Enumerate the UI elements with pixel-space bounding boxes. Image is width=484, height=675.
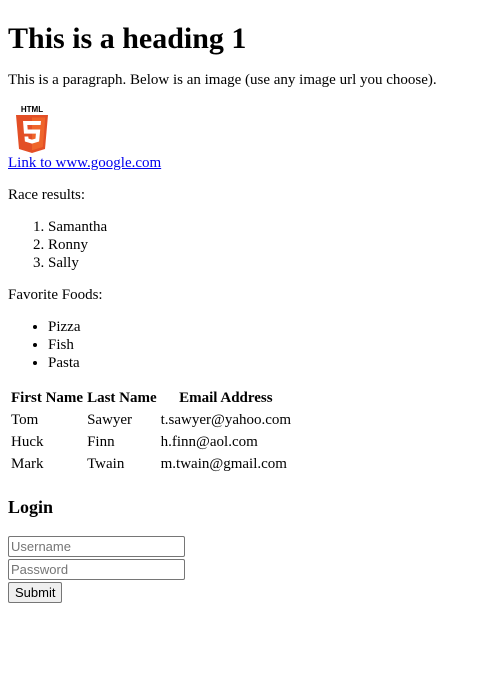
page: This is a heading 1 This is a paragraph.… bbox=[0, 21, 484, 603]
username-input[interactable] bbox=[8, 536, 185, 557]
column-header: Email Address bbox=[179, 390, 273, 406]
table-row: Tom Sawyer t.sawyer@yahoo.com bbox=[10, 410, 292, 430]
list-item: Fish bbox=[48, 336, 476, 354]
table-cell: h.finn@aol.com bbox=[160, 434, 258, 450]
table-cell: Twain bbox=[87, 456, 125, 472]
svg-text:HTML: HTML bbox=[21, 105, 43, 114]
table-cell: Tom bbox=[11, 412, 39, 428]
column-header: Last Name bbox=[87, 390, 157, 406]
table-cell: m.twain@gmail.com bbox=[160, 456, 287, 472]
intro-paragraph: This is a paragraph. Below is an image (… bbox=[8, 72, 437, 88]
table-header-row: First Name Last Name Email Address bbox=[10, 388, 292, 408]
password-input[interactable] bbox=[8, 559, 185, 580]
table-row: Mark Twain m.twain@gmail.com bbox=[10, 454, 292, 474]
table-cell: Huck bbox=[11, 434, 44, 450]
submit-button[interactable]: Submit bbox=[8, 582, 63, 603]
table-row: Huck Finn h.finn@aol.com bbox=[10, 432, 292, 452]
list-item: Ronny bbox=[48, 236, 476, 254]
login-form: Submit bbox=[8, 536, 476, 603]
table-cell: Sawyer bbox=[87, 412, 133, 428]
race-results-label: Race results: bbox=[8, 187, 86, 203]
table-cell: t.sawyer@yahoo.com bbox=[160, 412, 292, 428]
list-item: Pasta bbox=[48, 354, 476, 372]
contacts-table: First Name Last Name Email Address Tom S… bbox=[8, 386, 294, 476]
column-header: First Name bbox=[11, 390, 84, 406]
favorite-foods-list: Pizza Fish Pasta bbox=[8, 318, 476, 372]
table-cell: Finn bbox=[87, 434, 115, 450]
list-item: Pizza bbox=[48, 318, 476, 336]
google-link[interactable]: Link to www.google.com bbox=[8, 154, 161, 172]
favorite-foods-label: Favorite Foods: bbox=[8, 287, 103, 303]
race-results-list: Samantha Ronny Sally bbox=[8, 218, 476, 272]
login-heading: Login bbox=[8, 497, 54, 517]
list-item: Samantha bbox=[48, 218, 476, 236]
page-title: This is a heading 1 bbox=[8, 22, 247, 55]
list-item: Sally bbox=[48, 254, 476, 272]
logo-image: HTML bbox=[8, 103, 476, 154]
html5-logo-icon: HTML bbox=[16, 105, 48, 153]
table-cell: Mark bbox=[11, 456, 44, 472]
